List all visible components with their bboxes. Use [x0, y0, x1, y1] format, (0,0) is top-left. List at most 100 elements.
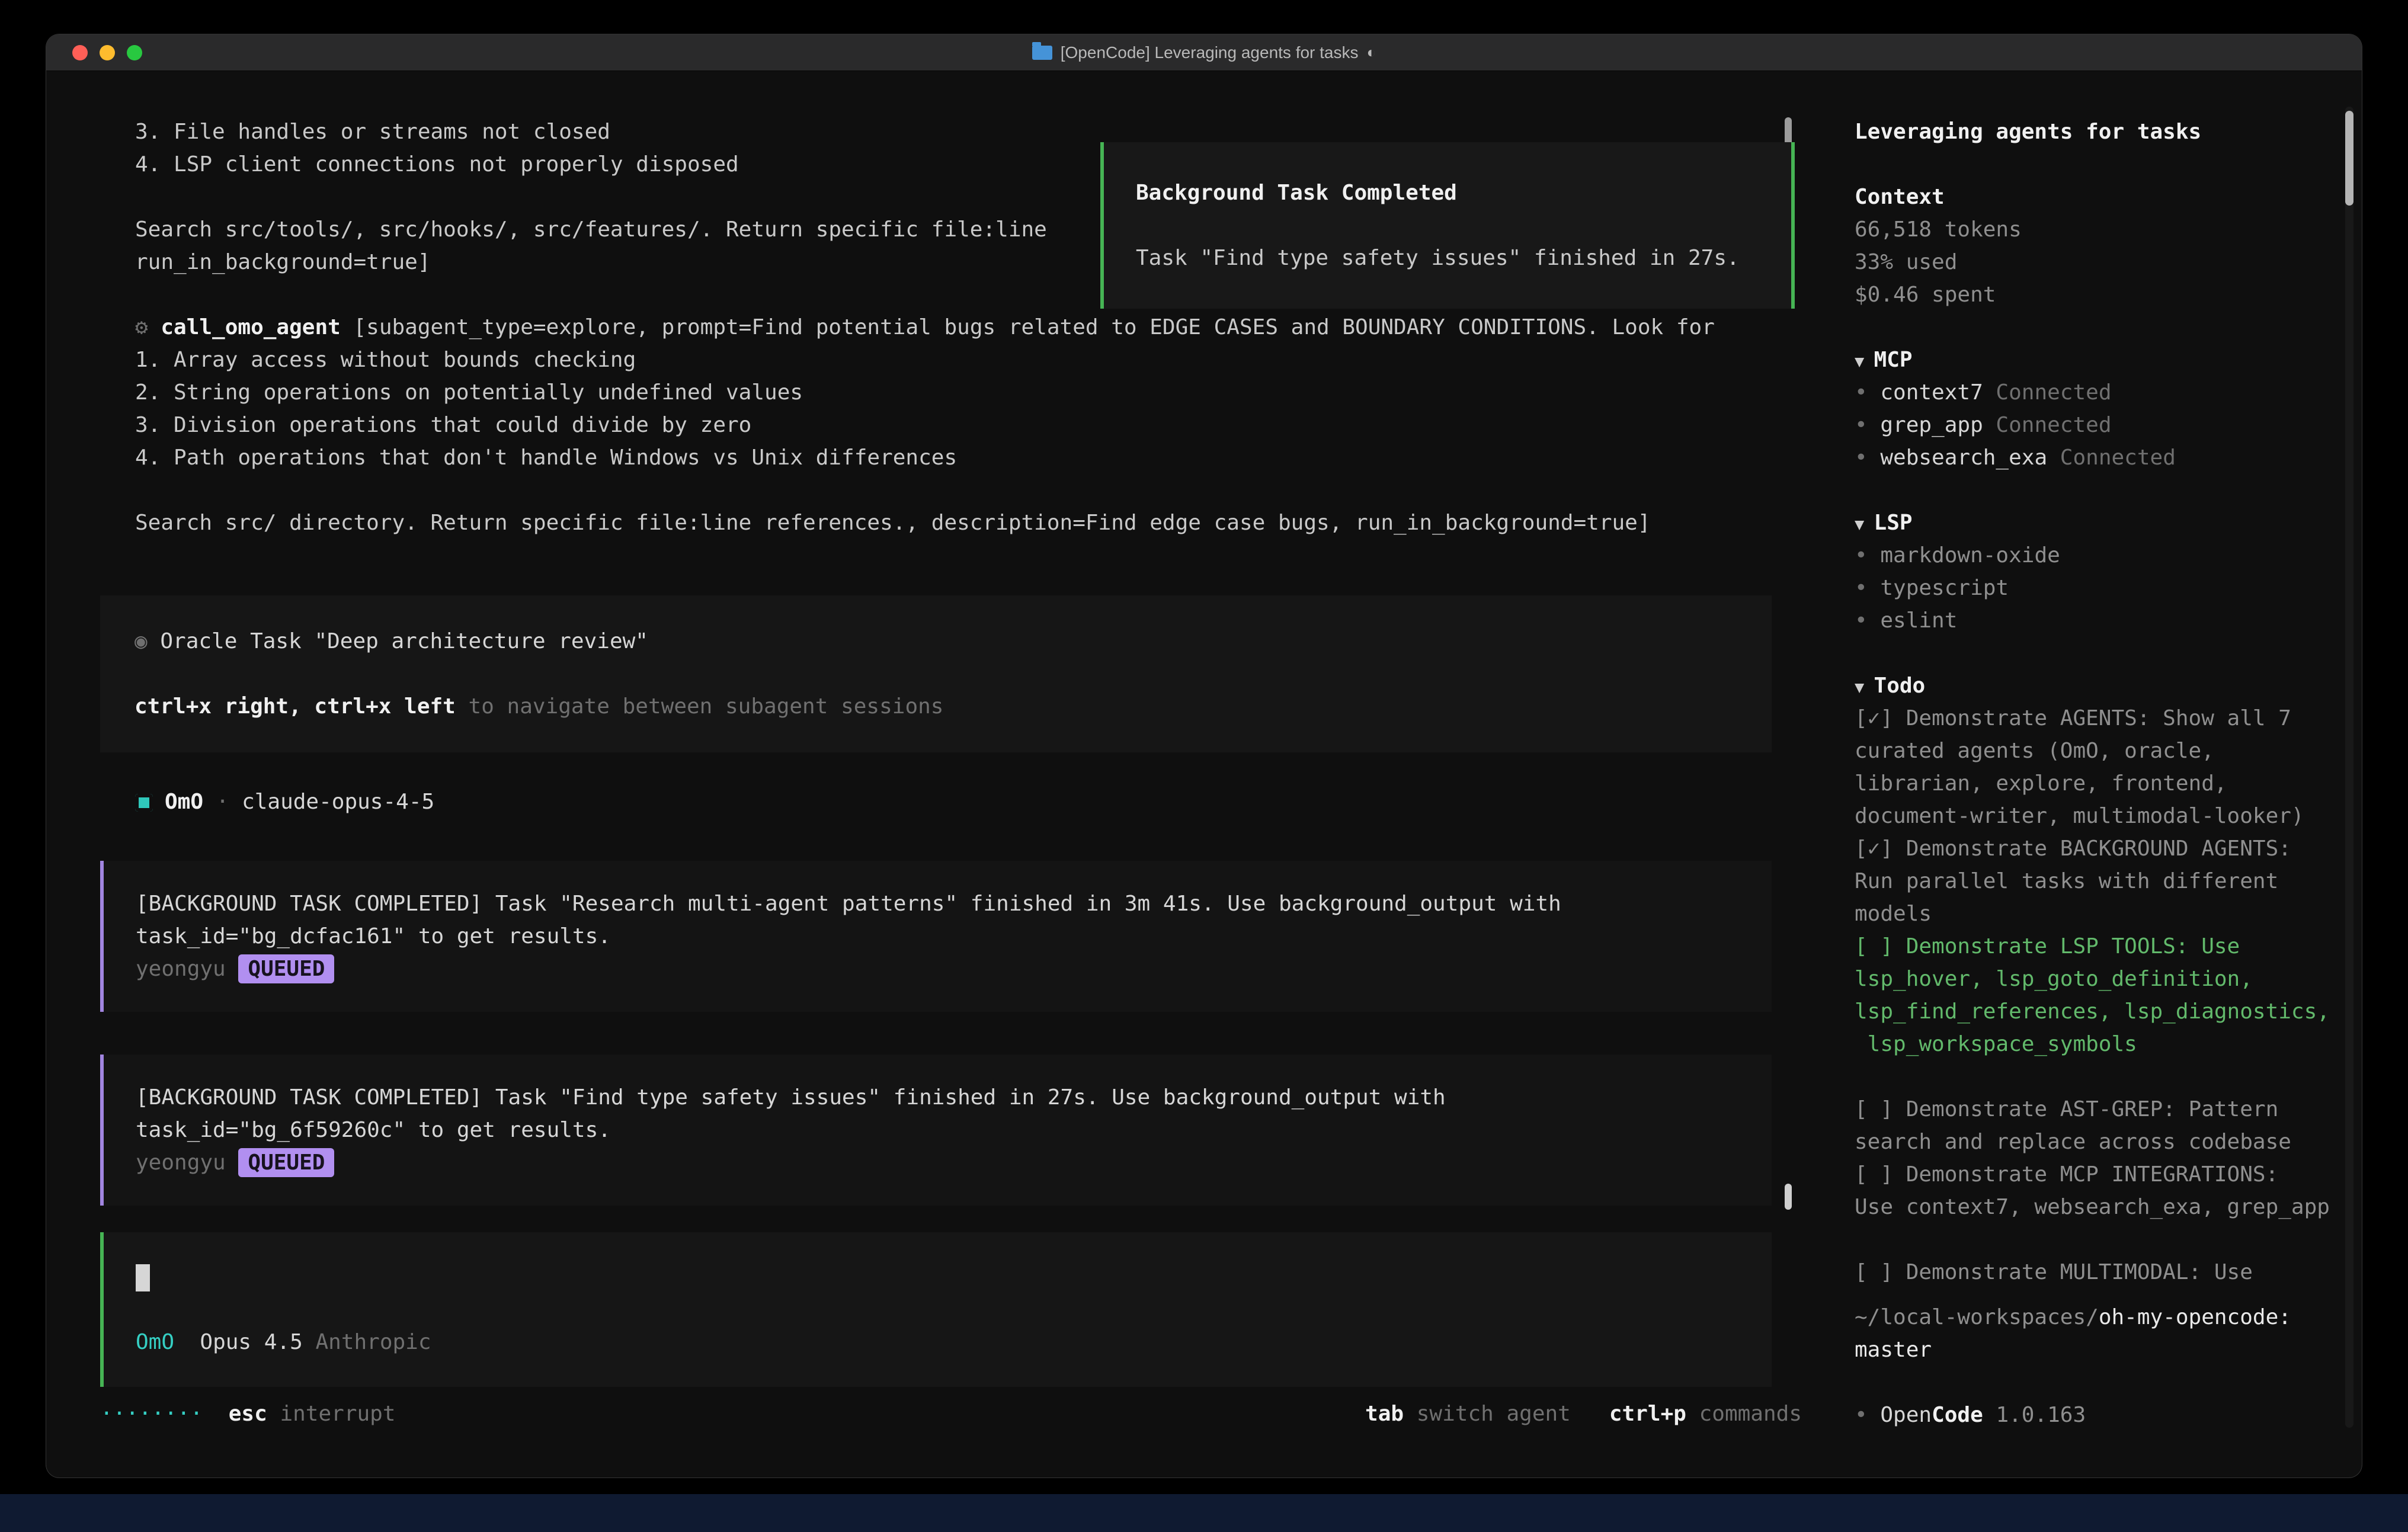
text-line: ▼ MCP	[1855, 344, 2362, 376]
text-segment: 2. String operations on potentially unde…	[135, 380, 803, 405]
text-segment: lsp_workspace_symbols	[1855, 1032, 2137, 1056]
text-segment: Search src/ directory. Return specific f…	[135, 511, 1651, 535]
text-segment: LSP	[1874, 511, 1913, 535]
text-line	[1855, 1060, 2362, 1093]
spinner-dots: ········	[100, 1402, 203, 1426]
close-window-button[interactable]	[72, 45, 88, 60]
text-segment: grep_app	[1880, 413, 1983, 437]
text-segment: yeongyu	[136, 1150, 238, 1175]
text-segment: 1. Array access without bounds checking	[135, 348, 636, 372]
text-segment: ⚙	[135, 315, 161, 339]
oracle-task-panel[interactable]: ◉ Oracle Task "Deep architecture review"…	[100, 595, 1772, 752]
text-line: • typescript	[1855, 572, 2362, 604]
text-line: $0.46 spent	[1855, 278, 2362, 311]
text-line	[1855, 474, 2362, 507]
text-segment: run_in_background=true]	[135, 250, 431, 274]
text-segment: [ ] Demonstrate AST-GREP: Pattern	[1855, 1097, 2278, 1121]
text-segment: [subagent_type=explore, prompt=Find pote…	[341, 315, 1715, 339]
text-segment: Background Task Completed	[1136, 181, 1457, 205]
text-line: • eslint	[1855, 604, 2362, 637]
text-line	[136, 1261, 1740, 1293]
text-segment: Context	[1855, 185, 1945, 209]
text-segment	[174, 1330, 200, 1354]
text-segment	[1571, 1402, 1609, 1426]
text-line: yeongyu QUEUED	[136, 1146, 1740, 1179]
desktop: { "window": { "title": "[OpenCode] Lever…	[0, 0, 2408, 1532]
folder-icon	[1032, 46, 1052, 60]
text-segment: yeongyu	[136, 957, 238, 981]
agent-icon	[135, 794, 153, 812]
text-segment: 3. Division operations that could divide…	[135, 413, 751, 437]
text-line: ctrl+x right, ctrl+x left to navigate be…	[135, 690, 1737, 723]
text-segment: Opus 4.5	[200, 1330, 302, 1354]
text-line: • websearch_exa Connected	[1855, 441, 2362, 474]
text-segment	[303, 1330, 316, 1354]
status-bar: ········ esc interrupt tab switch agent …	[100, 1398, 1802, 1430]
text-segment: ▼	[1855, 678, 1874, 697]
wallpaper-strip	[0, 1494, 2408, 1532]
text-segment: lsp_hover, lsp_goto_definition,	[1855, 967, 2253, 991]
text-line: 4. Path operations that don't handle Win…	[135, 441, 1831, 474]
text-segment: •	[1855, 380, 1880, 405]
sidebar-info: Leveraging agents for tasksContext66,518…	[1855, 116, 2362, 1289]
text-segment: [ ] Demonstrate MULTIMODAL: Use	[1855, 1260, 2253, 1284]
text-segment: Connected	[1983, 413, 2112, 437]
text-line: master	[1855, 1334, 2362, 1366]
text-segment: Search src/tools/, src/hooks/, src/featu…	[135, 217, 1047, 242]
text-segment: Oracle Task "Deep architecture review"	[160, 629, 648, 653]
text-line: Run parallel tasks with different	[1855, 865, 2362, 898]
text-segment: [ ] Demonstrate MCP INTEGRATIONS:	[1855, 1162, 2278, 1187]
scrollbar-thumb[interactable]	[1785, 1184, 1792, 1210]
prompt-input[interactable]: OmO Opus 4.5 Anthropic	[100, 1232, 1772, 1387]
text-segment: ·	[203, 790, 242, 814]
text-segment: Todo	[1874, 674, 1926, 698]
minimize-window-button[interactable]	[100, 45, 115, 60]
text-line: ▼ Todo	[1855, 669, 2362, 702]
text-line: ◉ Oracle Task "Deep architecture review"	[135, 625, 1737, 658]
text-segment: ▼	[1855, 515, 1874, 534]
text-segment: 1.0.163	[1983, 1403, 2086, 1427]
text-line: Background Task Completed	[1136, 177, 1759, 209]
text-line: 2. String operations on potentially unde…	[135, 376, 1831, 409]
text-segment: OmO	[136, 1330, 174, 1354]
text-segment: librarian, explore, frontend,	[1855, 771, 2227, 796]
text-segment: •	[1855, 446, 1880, 470]
text-segment: switch agent	[1404, 1402, 1571, 1426]
loading-icon: ◐	[1367, 43, 1376, 62]
status-left-hints: ········ esc interrupt	[100, 1398, 396, 1430]
text-segment: Code	[1932, 1403, 1983, 1427]
text-line: OmO Opus 4.5 Anthropic	[136, 1326, 1740, 1358]
text-segment: curated agents (OmO, oracle,	[1855, 739, 2214, 763]
sidebar: Leveraging agents for tasksContext66,518…	[1831, 71, 2362, 1477]
text-segment: interrupt	[267, 1402, 396, 1426]
status-right-hints: tab switch agent ctrl+p commands	[1365, 1398, 1802, 1430]
text-line: task_id="bg_6f59260c" to get results.	[136, 1114, 1740, 1146]
text-segment: [BACKGROUND TASK COMPLETED] Task "Resear…	[136, 892, 1561, 916]
text-line	[1136, 209, 1759, 242]
text-segment: 4. LSP client connections not properly d…	[135, 152, 739, 177]
window-title: [OpenCode] Leveraging agents for tasks ◐	[46, 43, 2362, 62]
zoom-window-button[interactable]	[127, 45, 142, 60]
text-line: models	[1855, 898, 2362, 930]
text-segment: search and replace across codebase	[1855, 1130, 2291, 1154]
text-segment: websearch_exa	[1880, 446, 2047, 470]
text-line: curated agents (OmO, oracle,	[1855, 735, 2362, 767]
text-segment: esc	[229, 1402, 267, 1426]
message-background-task-2: [BACKGROUND TASK COMPLETED] Task "Find t…	[100, 1055, 1772, 1206]
text-line	[1855, 148, 2362, 181]
text-segment: OmO	[165, 790, 203, 814]
text-segment: oh-my-opencode:	[2099, 1305, 2291, 1329]
text-segment: claude-opus-4-5	[242, 790, 434, 814]
text-segment: Open	[1880, 1403, 1932, 1427]
text-segment: •	[1855, 576, 1880, 600]
window-titlebar: [OpenCode] Leveraging agents for tasks ◐	[46, 34, 2362, 71]
text-segment: •	[1855, 1403, 1880, 1427]
sidebar-scrollbar-thumb[interactable]	[2345, 111, 2353, 206]
text-segment: document-writer, multimodal-looker)	[1855, 804, 2304, 828]
text-segment: ▼	[1855, 352, 1874, 371]
text-segment: [ ] Demonstrate LSP TOOLS: Use	[1855, 934, 2240, 959]
text-line: Context	[1855, 181, 2362, 213]
text-segment: [BACKGROUND TASK COMPLETED] Task "Find t…	[136, 1085, 1446, 1110]
text-segment: master	[1855, 1338, 1932, 1362]
text-line: [BACKGROUND TASK COMPLETED] Task "Find t…	[136, 1081, 1740, 1114]
